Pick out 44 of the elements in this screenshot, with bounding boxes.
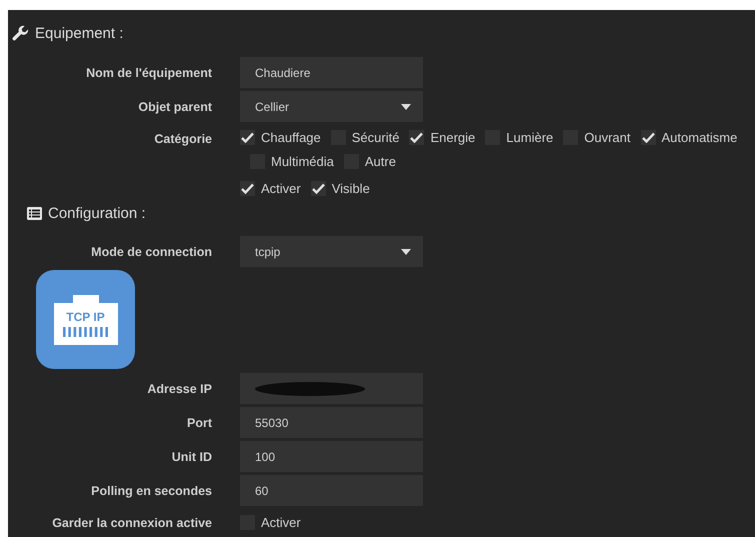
select-field[interactable]: tcpip — [240, 236, 423, 267]
checkbox-label: Autre — [364, 154, 396, 169]
input-field[interactable]: 60 — [240, 475, 423, 506]
check-icon — [241, 132, 254, 143]
tcpip-logo: TCP IP — [36, 270, 135, 369]
checkbox-label: Visible — [332, 181, 370, 196]
checkbox-label: Activer — [261, 181, 301, 196]
field-label: Polling en secondes — [90, 484, 212, 498]
section-title: Equipement : — [35, 24, 124, 42]
checkbox-label: Energie — [430, 130, 476, 145]
checkbox-label: Ouvrant — [584, 130, 630, 145]
field-label: Objet parent — [137, 100, 212, 114]
check-icon — [312, 183, 325, 194]
checkbox[interactable] — [240, 130, 255, 145]
checkbox-label: Multimédia — [271, 154, 334, 169]
input-field[interactable]: 55030 — [240, 407, 423, 438]
checkbox-label: Automatisme — [662, 130, 738, 145]
section-title: Configuration : — [48, 204, 146, 222]
check-icon — [410, 132, 424, 143]
checkbox-label: Sécurité — [352, 130, 400, 145]
field-label: Catégorie — [153, 131, 212, 146]
wrench-icon — [12, 24, 29, 42]
list-icon — [27, 206, 42, 220]
checkbox-label: Lumière — [506, 130, 554, 145]
checkbox-label: Chauffage — [261, 130, 321, 145]
field-label: Port — [186, 416, 212, 430]
checkbox[interactable] — [310, 181, 326, 196]
caret-icon — [401, 104, 411, 110]
field-label: Unit ID — [170, 450, 212, 464]
caret-icon — [401, 248, 411, 254]
checkbox[interactable] — [409, 130, 424, 145]
check-icon — [241, 183, 254, 194]
field-label: Nom de l'équipement — [85, 66, 212, 80]
checkbox-label: Activer — [261, 515, 301, 530]
input-field[interactable]: Chaudiere — [240, 57, 423, 88]
checkbox[interactable] — [640, 130, 656, 145]
checkbox[interactable] — [240, 181, 255, 196]
select-field[interactable]: Cellier — [240, 91, 423, 122]
field-label: Adresse IP — [146, 382, 212, 396]
field-label: Garder la connexion active — [51, 516, 212, 530]
input-field[interactable] — [240, 373, 423, 404]
input-field[interactable]: 100 — [240, 441, 423, 472]
check-icon — [642, 132, 654, 143]
field-label: Mode de connection — [90, 244, 212, 258]
